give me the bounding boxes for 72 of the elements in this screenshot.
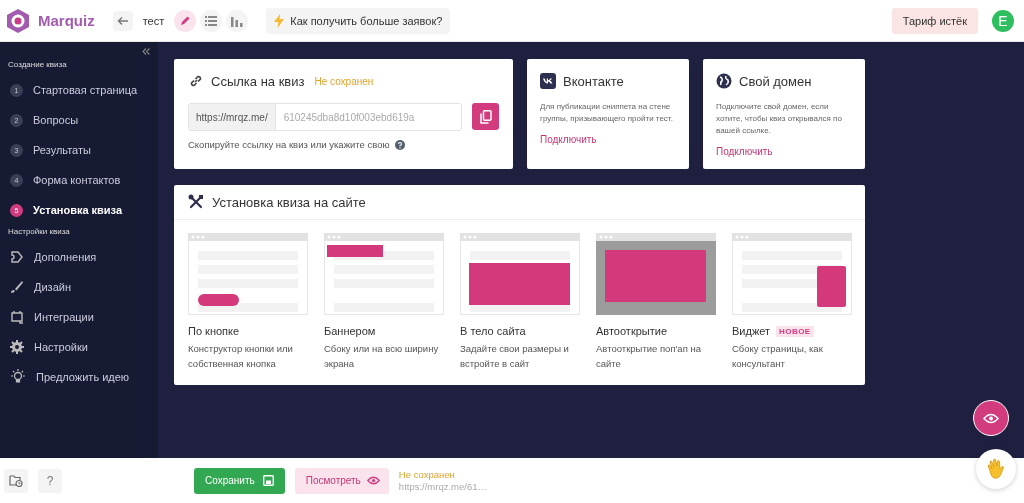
pencil-icon — [179, 14, 192, 27]
back-arrow-icon — [116, 14, 129, 27]
preview-button[interactable]: Посмотреть — [294, 467, 389, 494]
help-icon[interactable] — [394, 139, 405, 150]
copy-button[interactable] — [472, 103, 499, 130]
help-button[interactable]: ? — [38, 468, 62, 493]
gear-icon — [10, 340, 24, 354]
option-description: Конструктор кнопки или собственная кнопка — [188, 342, 294, 371]
plug-icon — [10, 310, 24, 324]
hint-text: Скопируйте ссылку на квиз или укажите свою — [188, 139, 390, 150]
option-title: В тело сайта — [460, 325, 526, 337]
tools-icon — [188, 194, 204, 210]
tip-button[interactable]: Как получить больше заявок? — [266, 7, 451, 34]
card-title: Вконтакте — [563, 73, 624, 89]
nav-item[interactable]: Дополнения — [0, 242, 158, 272]
card-title: Ссылка на квиз — [211, 73, 305, 89]
back-button[interactable] — [112, 10, 133, 31]
vk-icon — [540, 73, 556, 89]
save-status: Не сохранен — [314, 75, 374, 87]
card-description: Подключите свой домен, если хотите, чтобы квиз открывался по вашей ссылке. — [716, 101, 843, 137]
link-icon — [188, 73, 204, 89]
lightning-icon — [274, 13, 285, 28]
url-field[interactable]: https://mrqz.me/ 610245dba8d10f003ebd619a — [188, 103, 463, 131]
save-status: Не сохранен — [398, 469, 456, 481]
nav-item[interactable]: Предложить идею — [0, 362, 158, 392]
plan-button[interactable]: Тариф истёк — [891, 7, 978, 34]
option-title: По кнопке — [188, 325, 240, 337]
option-title: Виджет — [732, 325, 771, 337]
option-description: Сбоку страницы, как консультант — [732, 342, 824, 371]
connect-link[interactable]: Подключить — [716, 146, 773, 157]
history-button[interactable] — [4, 468, 28, 493]
chat-fab[interactable] — [976, 449, 1016, 489]
lightbulb-icon — [10, 369, 26, 385]
floppy-icon — [262, 475, 274, 486]
eye-icon — [366, 476, 380, 485]
option-description: Задайте свои размеры и встройте в сайт — [460, 342, 570, 371]
card-title: Установка квиза на сайте — [212, 194, 366, 210]
list-icon — [205, 15, 218, 26]
brush-icon — [10, 280, 24, 294]
logo-icon — [4, 6, 32, 35]
embed-preview-drawing[interactable] — [324, 233, 444, 315]
quiz-name: тест — [141, 14, 166, 27]
embed-preview-drawing[interactable] — [596, 233, 716, 315]
option-title: Автооткрытие — [596, 325, 668, 337]
mode-tab[interactable] — [174, 9, 197, 32]
connect-link[interactable]: Подключить — [540, 134, 597, 145]
option-description: Автооткрытие поп'ап на сайте — [596, 342, 702, 371]
bar-chart-icon — [231, 14, 244, 27]
embed-preview-drawing[interactable] — [732, 233, 852, 315]
mode-tab[interactable] — [200, 9, 223, 32]
mode-tab[interactable] — [226, 9, 249, 32]
folder-clock-icon — [9, 474, 23, 487]
collapse-button[interactable] — [142, 48, 150, 55]
preview-fab[interactable] — [973, 400, 1009, 436]
card-description: Для публикации сниппета на стене группы, призывающего пройти тест. — [540, 101, 674, 125]
nav-item[interactable]: Дизайн — [0, 272, 158, 302]
embed-preview-drawing[interactable] — [460, 233, 580, 315]
section-title: Создание квиза — [7, 59, 68, 71]
copy-icon — [479, 109, 492, 124]
section-title: Настройки квиза — [7, 226, 71, 238]
double-chevron-icon — [142, 48, 150, 55]
option-title: Баннером — [324, 325, 376, 337]
nav-item[interactable]: Настройки — [0, 332, 158, 362]
card-title: Свой домен — [739, 73, 812, 89]
embed-preview-drawing[interactable] — [188, 233, 308, 315]
eye-icon — [983, 412, 999, 424]
brand-name: Marquiz — [38, 12, 95, 29]
puzzle-icon — [10, 250, 24, 264]
new-badge: НОВОЕ — [776, 325, 814, 337]
nav-item[interactable]: Интеграции — [0, 302, 158, 332]
quiz-url: https://mrqz.me/61… — [398, 480, 487, 492]
option-description: Сбоку или на всю ширину экрана — [324, 342, 440, 371]
